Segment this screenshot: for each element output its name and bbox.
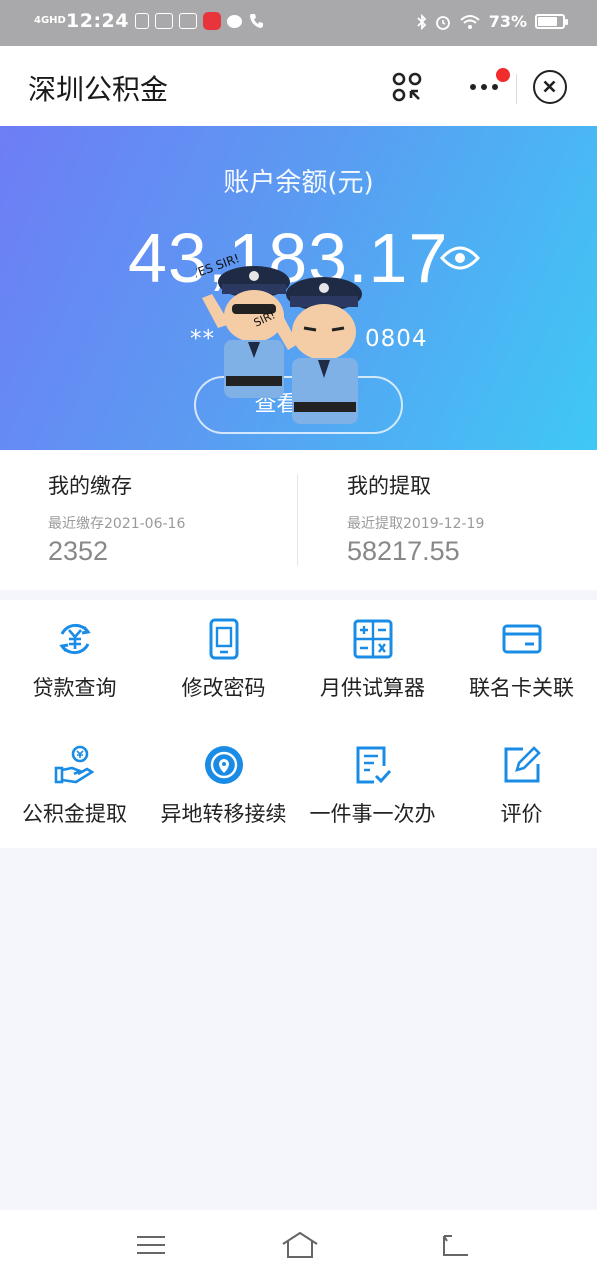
service-label: 一件事一次办 [309, 802, 436, 826]
deposit-last-date: 最近缴存2021-06-16 [48, 516, 186, 532]
phone-icon [249, 14, 263, 28]
clock-time: 12:24 [66, 10, 129, 32]
withdraw-title: 我的提取 [347, 474, 431, 498]
edit-review-icon [504, 746, 541, 783]
close-button[interactable] [533, 70, 567, 104]
hand-coin-icon [54, 745, 95, 784]
network-indicator: 4GHD [34, 15, 66, 26]
deposit-title: 我的缴存 [48, 474, 132, 498]
location-transfer-icon [205, 746, 243, 784]
app-header: 深圳公积金 [0, 46, 597, 126]
service-change-password[interactable]: 修改密码 [149, 600, 298, 710]
stats-divider [297, 474, 298, 566]
notification-dot [496, 68, 510, 82]
status-bar: 4GHD 12:24 73% [0, 0, 597, 46]
deposit-stat[interactable]: 我的缴存 最近缴存2021-06-16 2352 [0, 450, 298, 590]
service-calculator[interactable]: 月供试算器 [298, 600, 447, 710]
service-label: 贷款查询 [32, 676, 117, 700]
battery-percent: 73% [488, 12, 527, 31]
stats-panel: 我的缴存 最近缴存2021-06-16 2352 我的提取 最近提取2019-1… [0, 450, 597, 590]
service-fund-withdraw[interactable]: 公积金提取 [0, 726, 149, 836]
withdraw-last-date: 最近提取2019-12-19 [347, 516, 485, 532]
balance-card: 账户余额(元) 43,183.17 **0804 查看账户 YES SIR! [0, 126, 597, 450]
service-label: 评价 [500, 802, 543, 826]
close-icon [543, 80, 556, 93]
police-sticker-image: YES SIR! SIR! [196, 254, 362, 424]
bluetooth-icon [417, 13, 426, 30]
wifi-icon [460, 14, 480, 29]
balance-label: 账户余额(元) [223, 168, 374, 198]
chat-bubble-icon [226, 14, 242, 28]
image-icon [178, 13, 197, 29]
more-dots-icon [470, 84, 498, 90]
service-label: 异地转移接续 [160, 802, 287, 826]
more-menu-button[interactable] [466, 68, 512, 102]
tuan-icon [134, 13, 149, 29]
service-loan-query[interactable]: 贷款查询 [0, 600, 149, 710]
home-icon[interactable] [280, 1230, 320, 1260]
header-divider [516, 74, 517, 104]
page-title: 深圳公积金 [28, 73, 169, 106]
menu-icon[interactable] [134, 1230, 168, 1260]
image-icon [154, 13, 173, 29]
service-label: 联名卡关联 [469, 676, 574, 700]
system-nav-bar [0, 1210, 597, 1280]
phone-lock-icon [209, 618, 239, 660]
service-grid: 贷款查询 修改密码 月供试算器 联名卡关联 公积金提取 异地转移接续 一件事一次… [0, 600, 597, 848]
alarm-icon [435, 15, 450, 30]
withdraw-value: 58217.55 [347, 536, 460, 566]
deposit-value: 2352 [48, 536, 109, 566]
service-label: 修改密码 [181, 676, 266, 700]
service-review[interactable]: 评价 [447, 726, 596, 836]
scan-qr-icon[interactable] [390, 70, 424, 104]
withdraw-stat[interactable]: 我的提取 最近提取2019-12-19 58217.55 [299, 450, 597, 590]
yuan-circle-icon [59, 623, 91, 655]
battery-icon [535, 14, 568, 29]
service-label: 公积金提取 [22, 802, 127, 826]
eye-icon[interactable] [440, 244, 480, 272]
service-one-stop[interactable]: 一件事一次办 [298, 726, 447, 836]
back-icon[interactable] [438, 1230, 472, 1260]
red-app-icon [202, 12, 221, 30]
bank-card-icon [502, 624, 542, 654]
calculator-icon [353, 619, 393, 659]
service-label: 月供试算器 [320, 676, 425, 700]
service-card-link[interactable]: 联名卡关联 [447, 600, 596, 710]
service-remote-transfer[interactable]: 异地转移接续 [149, 726, 298, 836]
checklist-icon [356, 746, 392, 784]
